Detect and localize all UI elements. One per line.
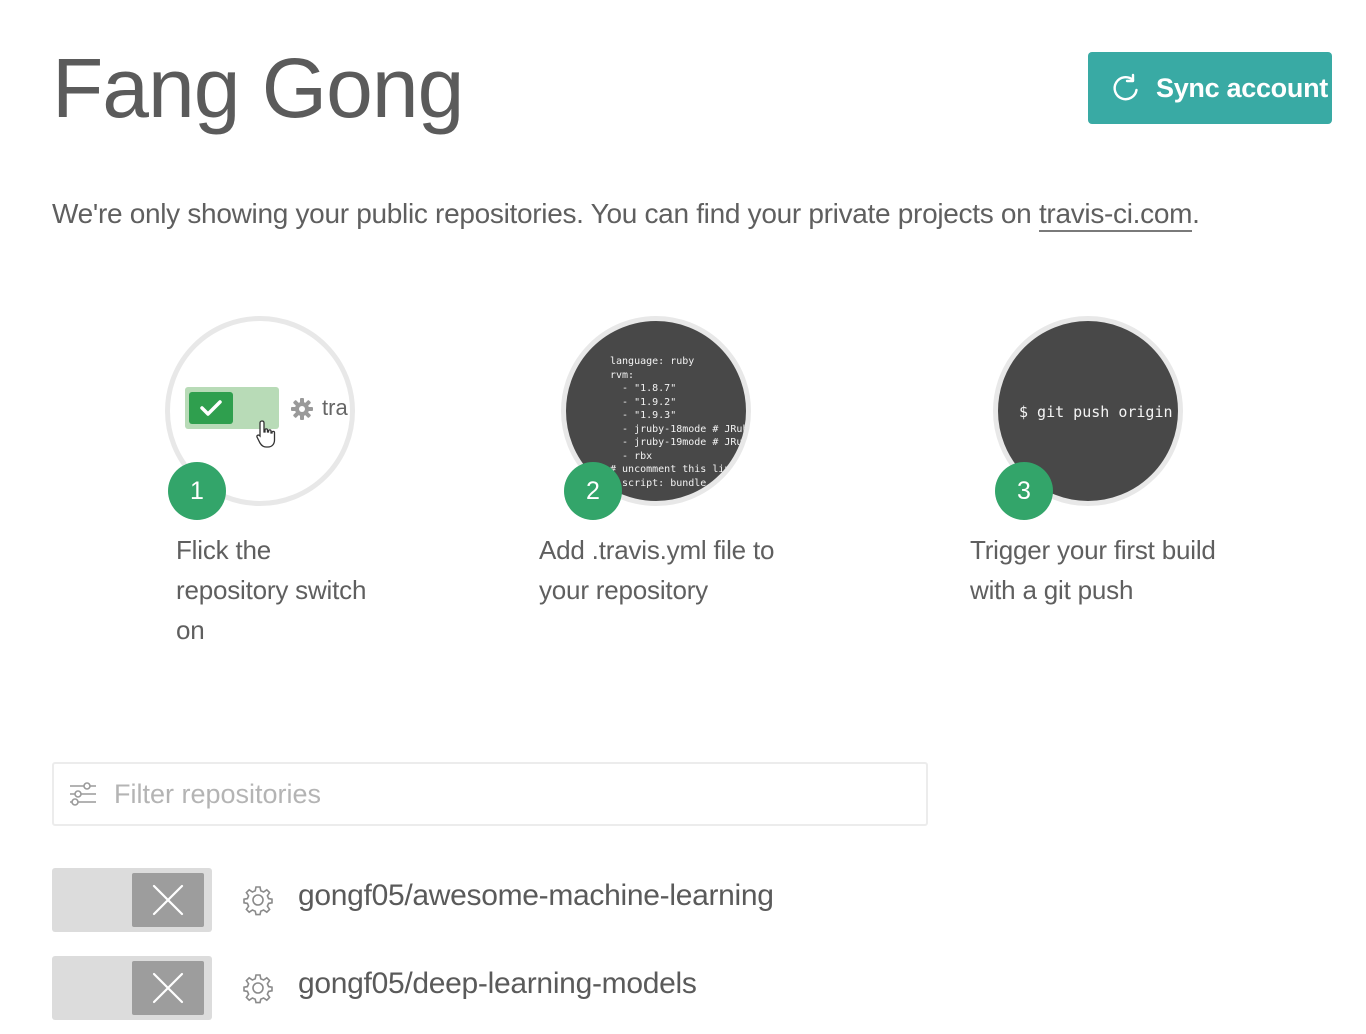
filter-box (52, 762, 928, 826)
sync-account-label: Sync account (1156, 72, 1328, 103)
close-icon (132, 961, 204, 1015)
step-2-caption: Add .travis.yml file to your repository (539, 530, 859, 610)
repo-toggle-switch[interactable] (52, 956, 212, 1020)
step-3-caption: Trigger your first build with a git push (970, 530, 1290, 610)
demo-repo-text: tra (322, 395, 348, 420)
page-title: Fang Gong (52, 41, 464, 135)
settings-gear-icon[interactable] (242, 884, 274, 916)
git-push-command: $ git push origin (1019, 403, 1173, 421)
step-number-badge: 3 (995, 462, 1053, 520)
filter-repositories-input[interactable] (114, 778, 894, 810)
repo-row: gongf05/awesome-machine-learning (52, 868, 952, 932)
step-2: language: ruby rvm: - "1.8.7" - "1.9.2" … (539, 316, 891, 616)
notice-suffix: . (1192, 198, 1200, 229)
step-number-badge: 1 (168, 462, 226, 520)
travis-yml-code: language: ruby rvm: - "1.8.7" - "1.9.2" … (610, 356, 749, 489)
caption-line: Add .travis.yml file to (539, 535, 775, 565)
repo-toggle-switch[interactable] (52, 868, 212, 932)
check-icon (189, 392, 233, 424)
step-3: $ git push origin 3 Trigger your first b… (970, 316, 1323, 616)
caption-line: your repository (539, 575, 708, 605)
gear-icon (290, 397, 314, 421)
filter-sliders-icon (68, 779, 98, 809)
refresh-icon (1110, 72, 1142, 104)
step-1: tra 1 Flick the repository switch on (165, 316, 465, 656)
caption-line: Trigger your first build (970, 535, 1216, 565)
notice-text: We're only showing your public repositor… (52, 198, 1032, 229)
repo-name-link[interactable]: gongf05/deep-learning-models (298, 967, 697, 1001)
step-1-caption: Flick the repository switch on (176, 530, 416, 650)
step-number-badge: 2 (564, 462, 622, 520)
caption-line: Flick the (176, 535, 272, 565)
hand-cursor-icon (255, 419, 279, 449)
caption-line: with a git push (970, 575, 1134, 605)
close-icon (132, 873, 204, 927)
caption-line: repository switch (176, 575, 367, 605)
public-repos-notice: We're only showing your public repositor… (52, 198, 1200, 232)
caption-line: on (176, 615, 205, 645)
sync-account-button[interactable]: Sync account (1088, 52, 1332, 124)
travis-ci-com-link[interactable]: travis-ci.com (1038, 198, 1192, 232)
repo-row: gongf05/deep-learning-models (52, 956, 952, 1020)
settings-gear-icon[interactable] (242, 972, 274, 1004)
repo-name-link[interactable]: gongf05/awesome-machine-learning (298, 879, 774, 913)
